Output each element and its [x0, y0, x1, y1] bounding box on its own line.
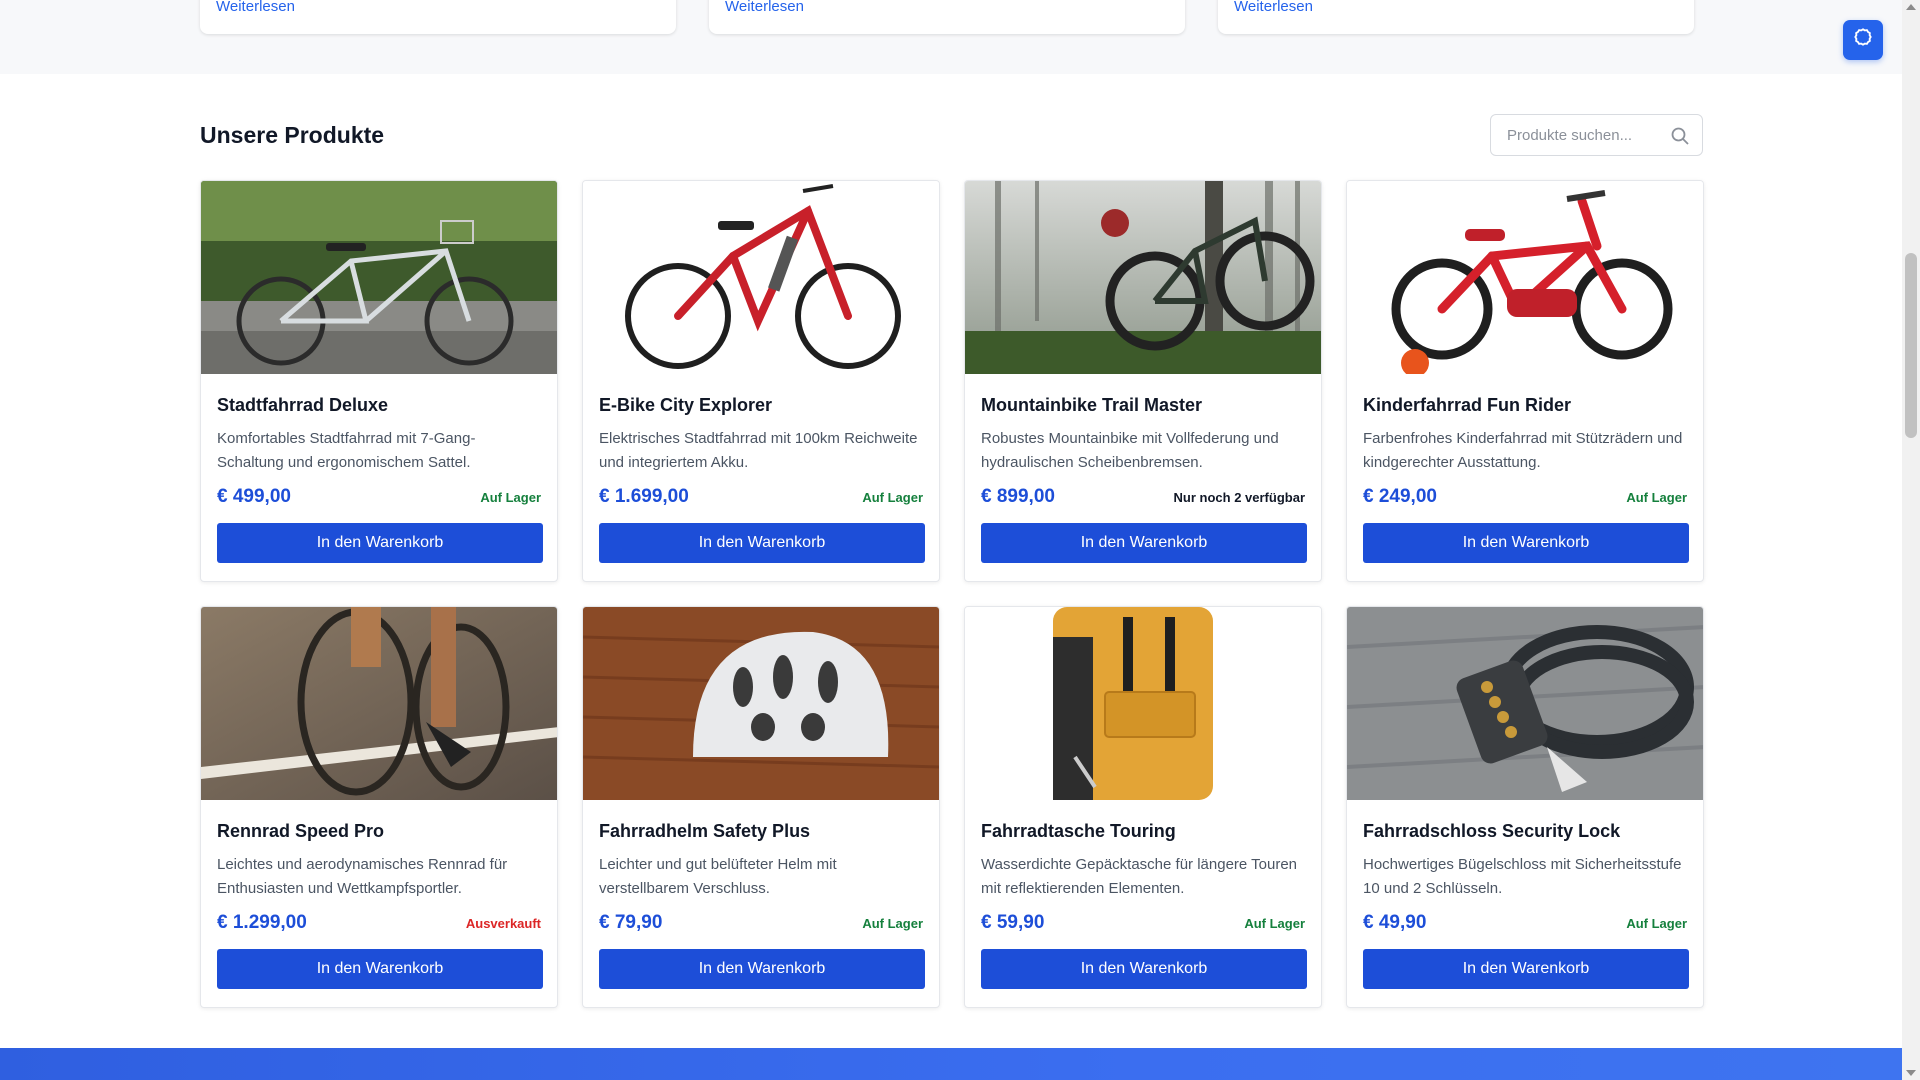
product-description: Komfortables Stadtfahrrad mit 7-Gang-Sch… — [217, 430, 476, 471]
read-more-link[interactable]: Weiterlesen — [1234, 0, 1313, 15]
product-name: Fahrradhelm Safety Plus — [599, 821, 811, 841]
stock-status: Auf Lager — [1626, 489, 1687, 505]
product-name: E-Bike City Explorer — [599, 395, 773, 415]
stock-status: Auf Lager — [862, 915, 923, 931]
product-grid: Stadtfahrrad Deluxe Komfortables Stadtfa… — [200, 180, 1704, 1008]
product-description: Leichtes und aerodynamisches Rennrad für… — [217, 856, 508, 897]
product-image — [583, 181, 939, 374]
add-to-cart-button[interactable]: In den Warenkorb — [1363, 523, 1689, 563]
add-to-cart-button[interactable]: In den Warenkorb — [981, 523, 1307, 563]
product-description: Farbenfrohes Kinderfahrrad mit Stützräde… — [1363, 430, 1683, 471]
search-input[interactable] — [1491, 115, 1656, 155]
product-card: Mountainbike Trail Master Robustes Mount… — [964, 180, 1322, 582]
product-description: Wasserdichte Gepäcktasche für längere To… — [981, 856, 1298, 897]
product-card: Fahrradschloss Security Lock Hochwertige… — [1346, 606, 1704, 1008]
section-title: Unsere Produkte — [200, 122, 385, 148]
read-more-link[interactable]: Weiterlesen — [725, 0, 804, 15]
product-price: € 1.299,00 — [217, 912, 307, 933]
product-price: € 899,00 — [981, 486, 1055, 507]
blog-card: Weiterlesen — [1218, 0, 1694, 34]
product-card: Stadtfahrrad Deluxe Komfortables Stadtfa… — [200, 180, 558, 582]
add-to-cart-button[interactable]: In den Warenkorb — [599, 949, 925, 989]
product-price: € 499,00 — [217, 486, 291, 507]
settings-button[interactable] — [1843, 20, 1883, 60]
product-search[interactable] — [1490, 114, 1703, 156]
scroll-down-icon[interactable] — [1906, 1070, 1916, 1076]
product-image — [201, 181, 557, 374]
scrollbar[interactable] — [1902, 0, 1920, 1080]
product-description: Robustes Mountainbike mit Vollfederung u… — [981, 430, 1279, 471]
search-icon[interactable] — [1670, 126, 1690, 146]
product-image — [965, 607, 1321, 800]
add-to-cart-button[interactable]: In den Warenkorb — [1363, 949, 1689, 989]
footer-band — [0, 1048, 1902, 1080]
stock-status: Auf Lager — [862, 489, 923, 505]
product-description: Leichter und gut belüfteter Helm mit ver… — [599, 856, 837, 897]
product-price: € 79,90 — [599, 912, 663, 933]
product-card: E-Bike City Explorer Elektrisches Stadtf… — [582, 180, 940, 582]
add-to-cart-button[interactable]: In den Warenkorb — [981, 949, 1307, 989]
product-price: € 49,90 — [1363, 912, 1427, 933]
gear-icon — [1852, 27, 1874, 54]
product-image — [583, 607, 939, 800]
product-card: Fahrradhelm Safety Plus Leichter und gut… — [582, 606, 940, 1008]
product-card: Kinderfahrrad Fun Rider Farbenfrohes Kin… — [1346, 180, 1704, 582]
product-description: Hochwertiges Bügelschloss mit Sicherheit… — [1363, 856, 1682, 897]
scroll-up-icon[interactable] — [1906, 4, 1916, 10]
product-description: Elektrisches Stadtfahrrad mit 100km Reic… — [599, 430, 918, 471]
add-to-cart-button[interactable]: In den Warenkorb — [217, 523, 543, 563]
product-name: Fahrradtasche Touring — [981, 821, 1176, 841]
product-image — [1347, 181, 1703, 374]
read-more-link[interactable]: Weiterlesen — [216, 0, 295, 15]
add-to-cart-button[interactable]: In den Warenkorb — [599, 523, 925, 563]
blog-card: Weiterlesen — [709, 0, 1185, 34]
product-name: Rennrad Speed Pro — [217, 821, 385, 841]
product-name: Mountainbike Trail Master — [981, 395, 1203, 415]
product-price: € 59,90 — [981, 912, 1045, 933]
stock-status: Auf Lager — [1626, 915, 1687, 931]
product-name: Fahrradschloss Security Lock — [1363, 821, 1621, 841]
blog-card: Weiterlesen — [200, 0, 676, 34]
product-name: Stadtfahrrad Deluxe — [217, 395, 389, 415]
add-to-cart-button[interactable]: In den Warenkorb — [217, 949, 543, 989]
product-image — [201, 607, 557, 800]
product-card: Fahrradtasche Touring Wasserdichte Gepäc… — [964, 606, 1322, 1008]
stock-status: Auf Lager — [1244, 915, 1305, 931]
product-price: € 249,00 — [1363, 486, 1437, 507]
product-price: € 1.699,00 — [599, 486, 689, 507]
page: Weiterlesen Weiterlesen Weiterlesen Unse… — [0, 0, 1920, 1080]
stock-status: Auf Lager — [480, 489, 541, 505]
product-card: Rennrad Speed Pro Leichtes und aerodynam… — [200, 606, 558, 1008]
product-image — [1347, 607, 1703, 800]
scrollbar-thumb[interactable] — [1905, 253, 1917, 438]
stock-status: Nur noch 2 verfügbar — [1173, 489, 1305, 505]
stock-status: Ausverkauft — [465, 915, 541, 931]
blog-strip: Weiterlesen Weiterlesen Weiterlesen — [0, 0, 1902, 74]
product-image — [965, 181, 1321, 374]
product-name: Kinderfahrrad Fun Rider — [1363, 395, 1572, 415]
